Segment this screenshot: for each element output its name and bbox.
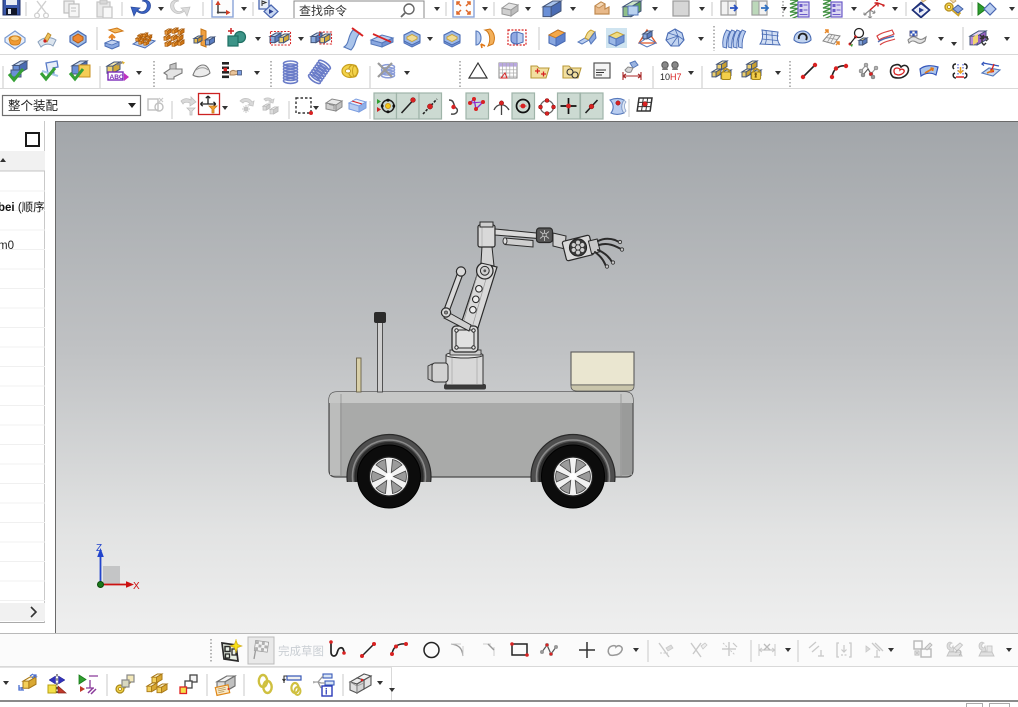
svg-text:H7: H7	[670, 72, 682, 82]
svg-text:Z: Z	[96, 543, 102, 554]
svg-text:bei (顺序: bei (顺序	[0, 200, 45, 214]
svg-text:整个装配: 整个装配	[8, 98, 59, 113]
svg-text:完成草图: 完成草图	[278, 644, 324, 658]
svg-text:m0: m0	[0, 240, 14, 252]
svg-text:ABC: ABC	[110, 74, 124, 81]
svg-text:查找命令: 查找命令	[299, 3, 347, 18]
svg-text:i: i	[325, 687, 328, 697]
svg-text:10: 10	[660, 72, 670, 82]
svg-text:X: X	[133, 581, 140, 592]
